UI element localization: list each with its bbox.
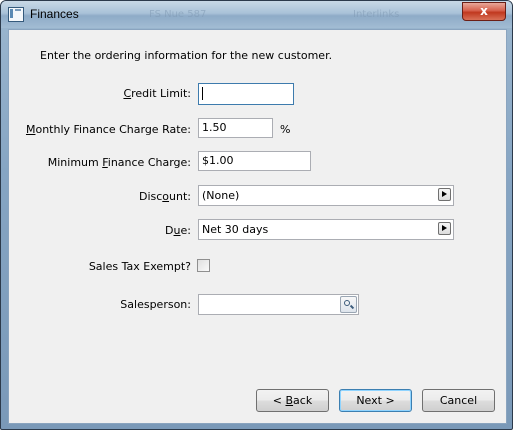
salesperson-input[interactable] [198,294,359,315]
sales-tax-exempt-label: Sales Tax Exempt? [88,260,191,273]
instructions-text: Enter the ordering information for the n… [40,49,333,62]
back-button[interactable]: < Back [256,389,329,412]
discount-label: Discount: [138,190,191,203]
min-finance-charge-label: Minimum Finance Charge: [47,156,191,169]
sales-tax-exempt-checkbox[interactable] [197,259,210,272]
chevron-right-icon[interactable] [438,222,451,235]
background-title-text: Interlinks [353,9,400,20]
chevron-right-icon[interactable] [438,188,451,201]
window-title: Finances [30,7,79,21]
credit-limit-input[interactable] [198,83,294,105]
dialog-window: Finances FS Nue 587 Interlinks x Enter t… [0,0,513,430]
finance-rate-input[interactable]: 1.50 [198,118,273,138]
finance-rate-label: Monthly Finance Charge Rate: [25,123,191,136]
text-caret [202,86,203,100]
next-button[interactable]: Next > [339,389,412,412]
discount-value: (None) [202,189,240,202]
dialog-content: Enter the ordering information for the n… [8,29,507,424]
close-icon: x [480,4,488,18]
due-label: Due: [165,224,191,237]
discount-select[interactable]: (None) [198,185,454,206]
background-title-text: FS Nue 587 [149,9,207,20]
due-value: Net 30 days [202,223,269,236]
title-bar[interactable]: Finances FS Nue 587 Interlinks x [1,1,512,28]
percent-unit-label: % [280,123,291,136]
close-button[interactable]: x [462,2,506,21]
due-select[interactable]: Net 30 days [198,219,454,240]
window-icon [8,7,24,22]
cancel-button[interactable]: Cancel [422,389,495,412]
min-finance-charge-input[interactable]: $1.00 [198,151,311,171]
credit-limit-label: Credit Limit: [123,87,191,100]
search-icon[interactable] [340,296,357,313]
salesperson-label: Salesperson: [120,298,191,311]
